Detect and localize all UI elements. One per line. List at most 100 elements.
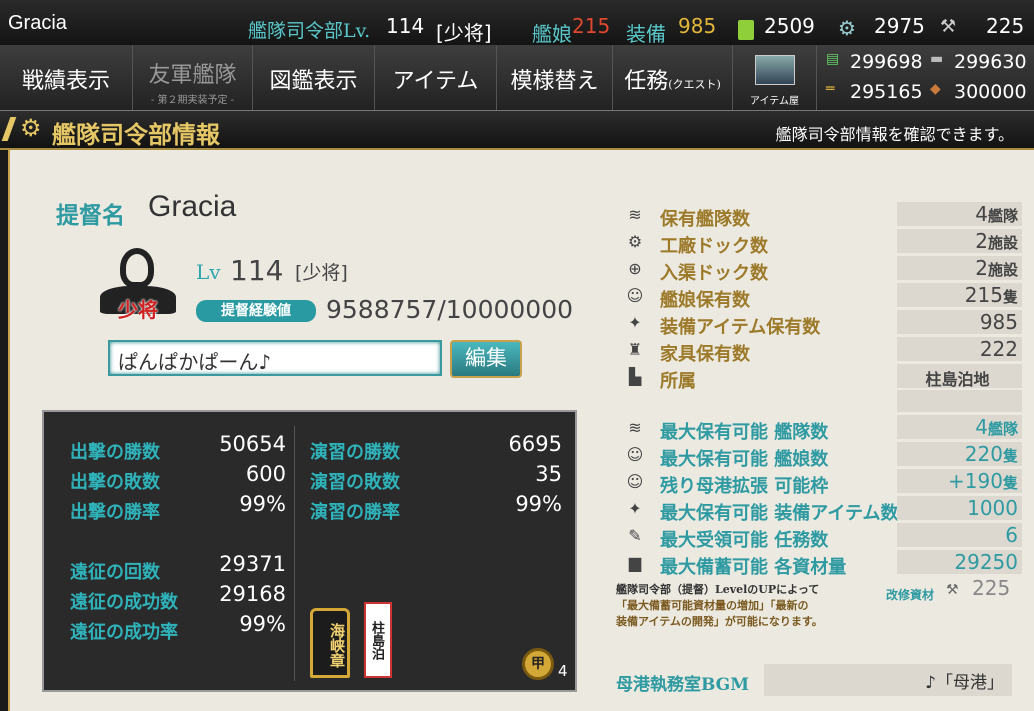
ammo-icon: ═ xyxy=(826,81,835,97)
info-label: 装備アイテム保有数 xyxy=(660,317,821,338)
lv-label: Lv xyxy=(196,260,221,284)
info-value: 215 xyxy=(964,283,1003,307)
gear-icon: ⚙ xyxy=(20,114,42,142)
info-label: 工廠ドック数 xyxy=(660,236,768,257)
tab-label: 模様替え xyxy=(510,69,599,94)
exercise-win-label: 演習の勝数 xyxy=(310,442,400,463)
tab-sublabel: (クエスト) xyxy=(668,78,721,91)
ships-label: 艦娘 xyxy=(532,22,572,46)
info-unit: 隻 xyxy=(1002,288,1018,306)
edit-button[interactable]: 編集 xyxy=(450,340,522,378)
section-header: ⚙ 艦隊司令部情報 艦隊司令部情報を確認できます。 xyxy=(0,110,1034,150)
info-value: 柱島泊地 xyxy=(925,370,990,389)
max-row: ☺ 残り母港拡張 可能枠 +190隻 xyxy=(620,469,1022,497)
sortie-win: 50654 xyxy=(219,432,286,456)
ammo-count: 295165 xyxy=(850,81,923,103)
fleet-icon: ≋ xyxy=(628,205,642,224)
sortie-rate: 99% xyxy=(239,492,286,516)
steel-count: 299630 xyxy=(954,51,1027,73)
max-label: 最大保有可能 艦娘数 xyxy=(660,449,829,470)
tab-quests[interactable]: 任務(クエスト) xyxy=(613,45,733,110)
tab-sublabel: - 第２期実装予定 - xyxy=(150,95,235,106)
medal-strait[interactable]: 海峡章 xyxy=(310,608,350,678)
tab-friend-fleet[interactable]: 友軍艦隊 - 第２期実装予定 - xyxy=(133,45,253,110)
max-row: ▆ 最大備蓄可能 各資材量 29250 xyxy=(620,550,1022,578)
screw-icon: ⚒ xyxy=(940,16,957,37)
kaishu-count: 225 xyxy=(972,576,1011,600)
medal-count: 4 xyxy=(558,662,568,680)
info-label: 入渠ドック数 xyxy=(660,263,768,284)
header-marker xyxy=(1,117,17,141)
quill-icon: ✎ xyxy=(628,526,642,545)
item-shop-button[interactable]: アイテム屋 xyxy=(733,45,817,110)
tab-interior[interactable]: 模様替え xyxy=(497,45,613,110)
gear-icon: ⚙ xyxy=(627,232,643,251)
tab-label: 任務 xyxy=(624,69,669,94)
expedition-success: 29168 xyxy=(219,582,286,606)
max-label: 残り母港拡張 可能枠 xyxy=(660,476,829,497)
player-name: Gracia xyxy=(8,12,67,34)
admiral-name: Gracia xyxy=(148,190,237,223)
shipgirl-icon: ☺ xyxy=(626,445,644,464)
shipgirl-plus-icon: ☺ xyxy=(626,472,644,491)
header-note: 艦隊司令部情報を確認できます。 xyxy=(775,125,1014,144)
max-value: 220 xyxy=(964,442,1003,466)
sortie-lose-label: 出撃の敗数 xyxy=(70,472,160,493)
base-icon: ▙ xyxy=(628,367,642,386)
info-value: 985 xyxy=(979,310,1018,334)
sortie-lose: 600 xyxy=(245,462,286,486)
info-unit: 施設 xyxy=(987,261,1018,279)
bauxite-count: 300000 xyxy=(954,81,1027,103)
tab-library[interactable]: 図鑑表示 xyxy=(253,45,375,110)
medal-hashirajima[interactable]: 柱島泊 xyxy=(364,602,392,678)
info-value: 222 xyxy=(979,337,1018,361)
max-value: +190 xyxy=(948,469,1003,493)
furniture-icon: ♜ xyxy=(627,340,643,359)
anchor-icon xyxy=(120,248,154,288)
max-unit: 艦隊 xyxy=(987,420,1018,438)
expedition-count-label: 遠征の回数 xyxy=(70,562,160,583)
storage-icon: ▆ xyxy=(628,553,642,572)
kaishu-label: 改修資材 xyxy=(886,588,935,602)
comment-input[interactable]: ぱんぱかぱーん♪ xyxy=(108,340,442,376)
max-value: 1000 xyxy=(967,496,1018,520)
note-line: 「最大備蓄可能資材量の増加」「最新の xyxy=(616,599,809,612)
main-nav: 戦績表示 友軍艦隊 - 第２期実装予定 - 図鑑表示 アイテム 模様替え 任務(ク… xyxy=(0,45,1034,110)
max-row: ✦ 最大保有可能 装備アイテム数 1000 xyxy=(620,496,1022,524)
info-label: 家具保有数 xyxy=(660,344,750,365)
expedition-success-label: 遠征の成功数 xyxy=(70,592,178,613)
exercise-rate: 99% xyxy=(515,492,562,516)
note-line: 装備アイテムの開発」が可能になります。 xyxy=(616,615,823,628)
tab-label: 戦績表示 xyxy=(21,69,110,94)
rank-badge: 少将 xyxy=(118,298,158,322)
max-label: 最大保有可能 装備アイテム数 xyxy=(660,503,899,524)
max-value: 4 xyxy=(975,415,988,439)
tab-items[interactable]: アイテム xyxy=(375,45,497,110)
equipment-icon: ✦ xyxy=(628,313,642,332)
screw-count: 225 xyxy=(986,14,1025,38)
tab-battle-record[interactable]: 戦績表示 xyxy=(0,45,133,110)
max-unit: 隻 xyxy=(1002,474,1018,492)
exercise-lose: 35 xyxy=(535,462,562,486)
max-label: 最大保有可能 艦隊数 xyxy=(660,422,829,443)
info-row: ▙ 所属 柱島泊地 xyxy=(620,364,1022,392)
info-value: 4 xyxy=(975,202,988,226)
page-title: 艦隊司令部情報 xyxy=(52,120,220,149)
info-unit: 施設 xyxy=(987,234,1018,252)
sortie-win-label: 出撃の勝数 xyxy=(70,442,160,463)
info-row: ☺ 艦娘保有数 215隻 xyxy=(620,283,1022,311)
shop-icon xyxy=(754,55,795,85)
info-unit: 艦隊 xyxy=(987,207,1018,225)
max-label: 最大受領可能 任務数 xyxy=(660,530,829,551)
exercise-win: 6695 xyxy=(508,432,562,456)
info-row: ✦ 装備アイテム保有数 985 xyxy=(620,310,1022,338)
tab-label: 友軍艦隊 xyxy=(148,63,237,88)
bgm-select[interactable]: ♪「母港」 xyxy=(764,664,1012,696)
tab-label: アイテム xyxy=(392,69,479,94)
info-row: ⊕ 入渠ドック数 2施設 xyxy=(620,256,1022,284)
max-row: ✎ 最大受領可能 任務数 6 xyxy=(620,523,1022,551)
info-row: ≋ 保有艦隊数 4艦隊 xyxy=(620,202,1022,230)
fuel-icon: ▤ xyxy=(826,51,840,67)
expedition-rate: 99% xyxy=(239,612,286,636)
max-value: 29250 xyxy=(954,550,1018,574)
